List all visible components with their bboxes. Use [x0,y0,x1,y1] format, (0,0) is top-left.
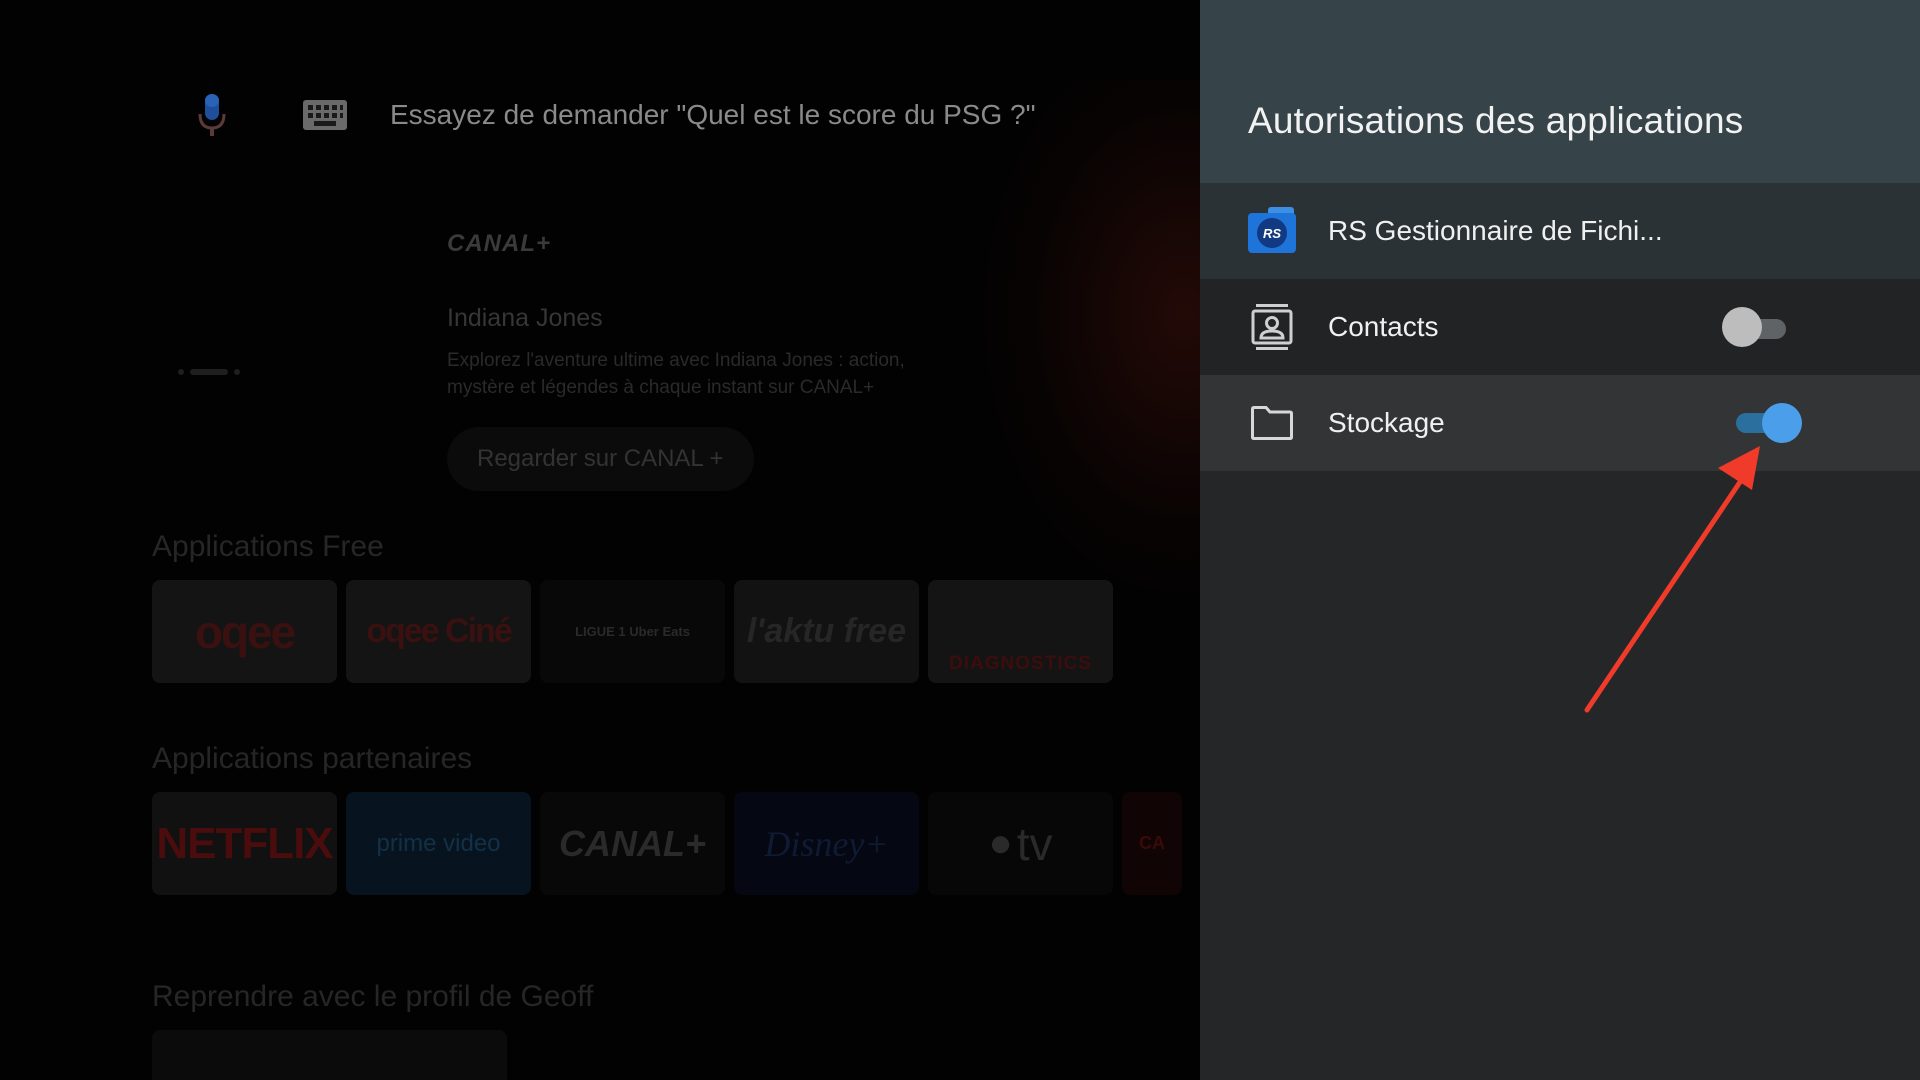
permission-row-storage[interactable]: Stockage [1200,375,1920,471]
permission-label-contacts: Contacts [1328,311,1439,342]
hero-banner: CANAL+ Indiana Jones Explorez l'aventure… [447,230,1007,491]
resume-card[interactable] [152,1030,507,1080]
hero-title: Indiana Jones [447,304,603,332]
home-screen-background: Essayez de demander "Quel est le score d… [0,0,1200,1080]
app-tile-diagnostics[interactable]: DIAGNOSTICS [928,580,1113,683]
app-tile-disney[interactable]: Disney+ [734,792,919,895]
hero-description: Explorez l'aventure ultime avec Indiana … [447,350,905,398]
watch-button[interactable]: Regarder sur CANAL + [447,427,754,491]
app-tile-aktu[interactable]: l'aktu free [734,580,919,683]
panel-title: Autorisations des applications [1248,100,1744,141]
app-tile-partial[interactable]: CA [1122,792,1182,895]
contacts-toggle[interactable] [1722,307,1788,347]
apple-icon: ● [988,821,1013,865]
keyboard-icon[interactable] [302,99,348,131]
partner-apps-title: Applications partenaires [152,742,473,775]
app-row-rs-file-manager[interactable]: RS RS Gestionnaire de Fichi... [1200,183,1920,279]
rs-icon-badge: RS [1257,218,1287,248]
hero-brand: CANAL+ [447,230,552,257]
hero-artwork [980,80,1200,600]
permission-row-contacts[interactable]: Contacts [1200,279,1920,375]
app-tile-apple-tv[interactable]: ● tv [928,792,1113,895]
voice-search-bar: Essayez de demander "Quel est le score d… [190,92,1036,138]
app-tile-ligue1[interactable]: LIGUE 1 Uber Eats [540,580,725,683]
carousel-indicator [178,369,240,375]
resume-profile-title: Reprendre avec le profil de Geoff [152,980,594,1013]
partner-apps-row: NETFLIX prime video CANAL+ Disney+ ● tv … [152,792,1182,895]
voice-search-hint: Essayez de demander "Quel est le score d… [390,99,1036,130]
rs-file-manager-icon: RS [1248,207,1296,255]
free-apps-title: Applications Free [152,530,384,563]
panel-header: Autorisations des applications [1200,0,1920,183]
free-apps-row: oqee oqee Ciné LIGUE 1 Uber Eats l'aktu … [152,580,1113,683]
app-permissions-panel: Autorisations des applications RS RS Ges… [1200,0,1920,1080]
app-name: RS Gestionnaire de Fichi... [1328,215,1663,246]
apple-tv-label: tv [1016,817,1053,870]
contacts-icon [1248,303,1296,351]
app-tile-canal[interactable]: CANAL+ [540,792,725,895]
app-tile-oqee[interactable]: oqee [152,580,337,683]
app-tile-netflix[interactable]: NETFLIX [152,792,337,895]
app-tile-oqee-cine[interactable]: oqee Ciné [346,580,531,683]
permission-label-storage: Stockage [1328,407,1445,438]
storage-toggle[interactable] [1736,402,1802,444]
app-tile-prime-video[interactable]: prime video [346,792,531,895]
folder-icon [1248,399,1296,447]
mic-icon[interactable] [190,92,234,138]
